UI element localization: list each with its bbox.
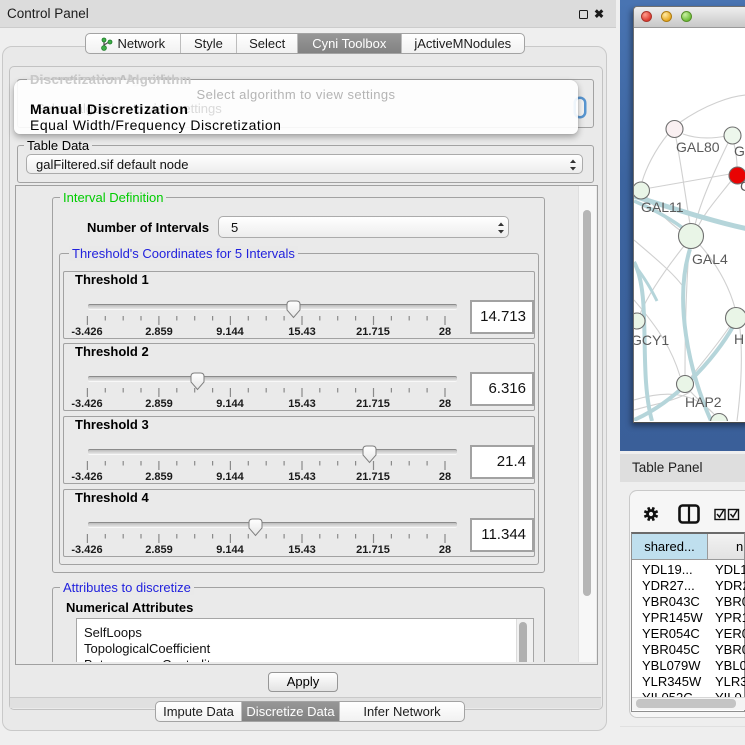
svg-text:GA: GA: [734, 143, 745, 159]
svg-text:GCY1: GCY1: [634, 332, 669, 348]
svg-text:C: C: [740, 178, 745, 194]
svg-text:GAL80: GAL80: [676, 139, 720, 155]
svg-text:GAL11: GAL11: [641, 199, 684, 215]
svg-text:GAL4: GAL4: [692, 251, 728, 267]
svg-text:HAP2: HAP2: [685, 394, 722, 410]
svg-text:H: H: [734, 331, 744, 347]
